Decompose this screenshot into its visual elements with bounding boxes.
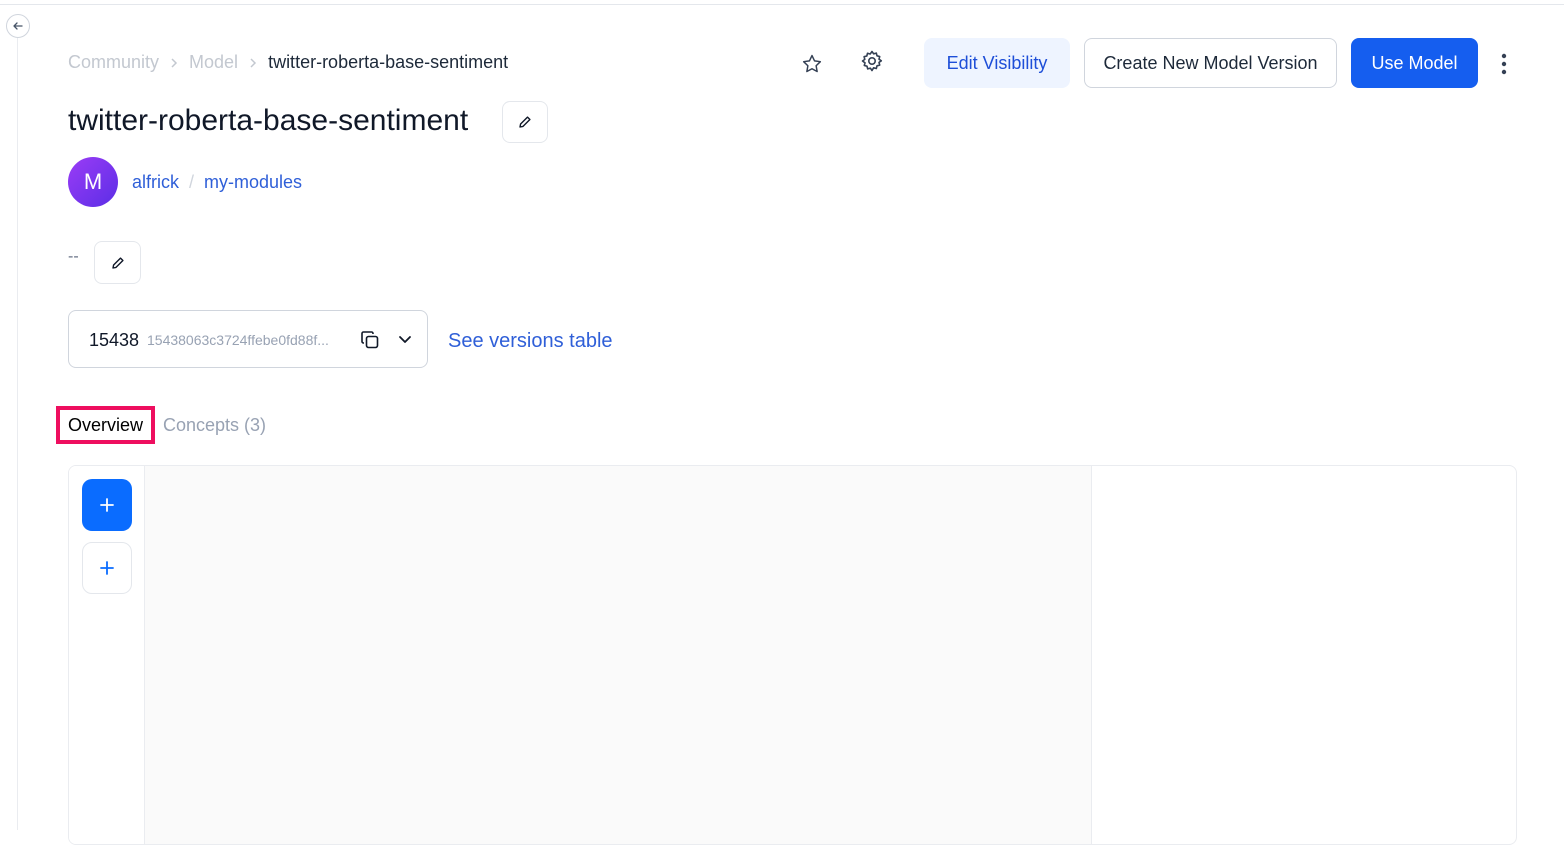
sidebar-divider	[17, 36, 18, 830]
breadcrumb-community[interactable]: Community	[68, 52, 159, 73]
arrow-left-icon	[13, 22, 23, 30]
edit-title-button[interactable]	[502, 101, 548, 143]
collapse-sidebar-button[interactable]	[6, 14, 30, 38]
settings-button[interactable]	[858, 47, 886, 75]
copy-icon	[361, 331, 379, 349]
star-button[interactable]	[798, 50, 826, 78]
owner-link[interactable]: alfrick	[132, 172, 179, 193]
editor-canvas[interactable]	[145, 466, 1092, 844]
chevron-down-icon	[399, 336, 411, 343]
version-number: 15438	[89, 330, 140, 350]
use-model-button[interactable]: Use Model	[1351, 38, 1478, 88]
page-title: twitter-roberta-base-sentiment	[68, 104, 469, 137]
plus-icon	[100, 498, 114, 512]
gear-icon	[861, 50, 883, 72]
add-section-button[interactable]	[82, 542, 132, 594]
plus-icon	[100, 561, 114, 575]
tab-concepts[interactable]: Concepts (3)	[163, 415, 266, 436]
chevron-right-icon	[248, 57, 258, 69]
version-hash: 15438063c3724ffebe0fd88f...	[147, 332, 329, 348]
overview-editor-panel	[68, 465, 1517, 845]
star-icon	[802, 54, 822, 73]
pencil-icon	[111, 256, 124, 269]
chevron-right-icon	[169, 57, 179, 69]
add-block-button[interactable]	[82, 479, 132, 531]
breadcrumb: Community Model twitter-roberta-base-sen…	[68, 52, 508, 73]
edit-description-button[interactable]	[94, 241, 141, 284]
app-link[interactable]: my-modules	[204, 172, 302, 193]
avatar: M	[68, 157, 118, 207]
model-description: --	[68, 248, 79, 265]
more-vertical-icon	[1501, 53, 1507, 75]
version-selector[interactable]: 15438 15438063c3724ffebe0fd88f...	[68, 310, 428, 368]
more-options-button[interactable]	[1492, 50, 1516, 78]
owner-row: alfrick / my-modules	[132, 172, 302, 193]
breadcrumb-current: twitter-roberta-base-sentiment	[268, 52, 509, 72]
top-divider	[0, 4, 1564, 5]
breadcrumb-model[interactable]: Model	[189, 52, 238, 73]
pencil-icon	[519, 116, 531, 128]
version-dropdown-toggle[interactable]	[395, 329, 415, 349]
see-versions-table-link[interactable]: See versions table	[448, 330, 613, 353]
tab-overview[interactable]: Overview	[56, 406, 155, 444]
edit-visibility-button[interactable]: Edit Visibility	[924, 38, 1070, 88]
editor-toolbar	[69, 466, 145, 844]
copy-version-button[interactable]	[359, 329, 381, 351]
create-model-version-button[interactable]: Create New Model Version	[1084, 38, 1337, 88]
owner-separator: /	[189, 172, 195, 192]
